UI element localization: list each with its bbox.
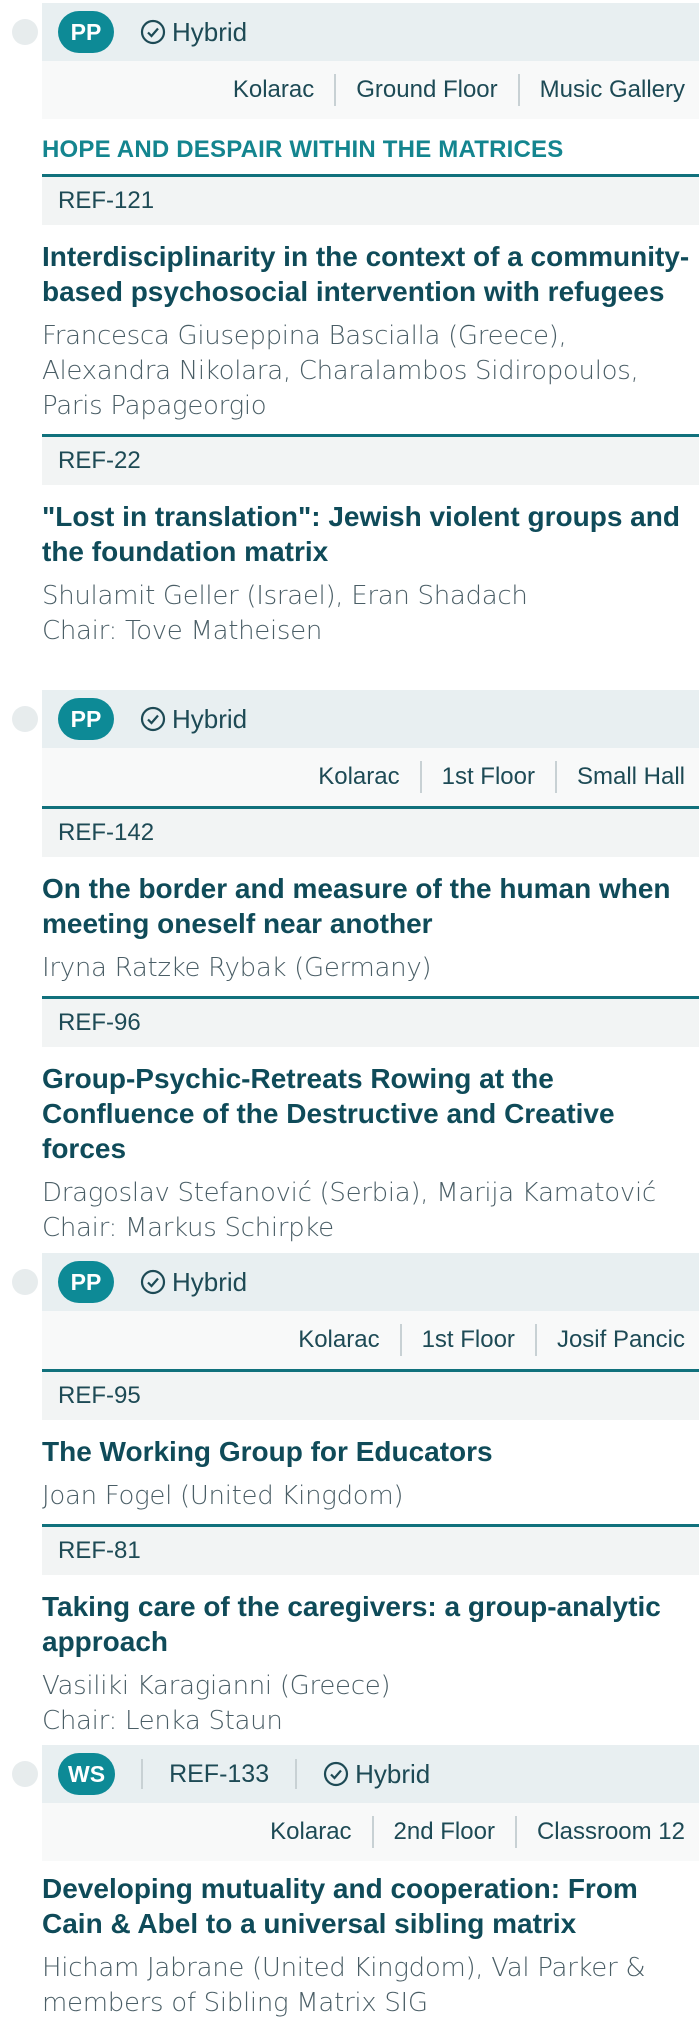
- divider: [141, 1759, 144, 1789]
- hybrid-label: Hybrid: [172, 16, 248, 47]
- session-chair: Chair: Tove Matheisen: [42, 616, 323, 646]
- venue: Kolarac: [270, 1818, 352, 1845]
- hybrid-indicator: Hybrid: [140, 1267, 247, 1298]
- session-type-badge: PP: [58, 698, 114, 740]
- paper: REF-96 Group-Psychic-Retreats Rowing at …: [42, 996, 699, 1246]
- authors-line: Vasiliki Karagianni (Greece): [42, 1671, 391, 1701]
- session-header: WS REF-133 Hybrid: [42, 1745, 699, 1803]
- venue: Kolarac: [318, 763, 400, 790]
- hybrid-indicator: Hybrid: [140, 17, 247, 48]
- paper-ref: REF-95: [42, 1372, 699, 1420]
- session-location: Kolarac Ground Floor Music Gallery: [42, 61, 699, 119]
- paper-ref: REF-121: [42, 177, 699, 225]
- timeline-dot: [12, 1269, 38, 1295]
- session: PP Hybrid Kolarac 1st Floor Small Hall R…: [0, 690, 699, 1246]
- hybrid-indicator: Hybrid: [323, 1759, 430, 1790]
- check-circle-icon: [140, 19, 166, 45]
- session-header: PP Hybrid: [42, 1253, 699, 1311]
- divider: [295, 1759, 298, 1789]
- room: Music Gallery: [539, 76, 685, 103]
- session-location: Kolarac 1st Floor Josif Pancic: [42, 1311, 699, 1369]
- check-circle-icon: [140, 1269, 166, 1295]
- session-header: PP Hybrid: [42, 3, 699, 61]
- paper-title[interactable]: Taking care of the caregivers: a group-a…: [42, 1575, 699, 1659]
- paper-title[interactable]: "Lost in translation": Jewish violent gr…: [42, 485, 699, 569]
- timeline-dot: [12, 19, 38, 45]
- venue: Kolarac: [232, 76, 315, 103]
- paper: REF-121 Interdisciplinarity in the conte…: [42, 174, 699, 434]
- session-type-badge: WS: [58, 1753, 116, 1795]
- paper-title[interactable]: On the border and measure of the human w…: [42, 857, 699, 941]
- session: PP Hybrid Kolarac 1st Floor Josif Pancic…: [0, 1253, 699, 1739]
- paper-authors: Francesca Giuseppina Bascialla (Greece),…: [42, 321, 639, 421]
- floor: 1st Floor: [441, 763, 535, 790]
- paper-ref: REF-22: [42, 437, 699, 485]
- paper-title[interactable]: Developing mutuality and cooperation: Fr…: [42, 1861, 699, 1941]
- hybrid-label: Hybrid: [172, 703, 248, 734]
- timeline-dot: [12, 1761, 38, 1787]
- session-header: PP Hybrid: [42, 690, 699, 748]
- paper-authors: Shulamit Geller (Israel), Eran Shadach C…: [42, 569, 699, 649]
- paper: REF-81 Taking care of the caregivers: a …: [42, 1524, 699, 1739]
- session: PP Hybrid Kolarac Ground Floor Music Gal…: [0, 3, 699, 649]
- venue: Kolarac: [298, 1326, 380, 1353]
- divider: [554, 761, 557, 793]
- paper-title[interactable]: Interdisciplinarity in the context of a …: [42, 225, 699, 309]
- session-ref: REF-133: [169, 1759, 270, 1788]
- check-circle-icon: [140, 706, 166, 732]
- divider: [399, 1324, 402, 1356]
- paper-authors: Hicham Jabrane (United Kingdom), Val Par…: [42, 1953, 646, 2018]
- session-type-badge: PP: [58, 1261, 114, 1303]
- paper: REF-95 The Working Group for Educators J…: [42, 1369, 699, 1524]
- session: WS REF-133 Hybrid Kolarac 2nd Floor Clas…: [0, 1745, 699, 2031]
- paper-authors: Iryna Ratzke Rybak (Germany): [42, 953, 432, 983]
- paper-ref: REF-142: [42, 809, 699, 857]
- room: Small Hall: [576, 763, 685, 790]
- floor: Ground Floor: [356, 76, 498, 103]
- program-page: PP Hybrid Kolarac Ground Floor Music Gal…: [0, 0, 699, 2018]
- session-location: Kolarac 1st Floor Small Hall: [42, 748, 699, 806]
- paper: REF-142 On the border and measure of the…: [42, 806, 699, 996]
- session-type-badge: PP: [58, 11, 114, 53]
- check-circle-icon: [324, 1761, 349, 1787]
- authors-line: Shulamit Geller (Israel), Eran Shadach: [42, 581, 528, 611]
- paper-title[interactable]: The Working Group for Educators: [42, 1420, 699, 1469]
- paper-ref: REF-81: [42, 1527, 699, 1575]
- timeline-dot: [12, 706, 38, 732]
- paper-ref: REF-96: [42, 999, 699, 1047]
- room: Josif Pancic: [556, 1326, 685, 1353]
- paper-authors: Vasiliki Karagianni (Greece) Chair: Lenk…: [42, 1659, 699, 1739]
- divider: [534, 1324, 537, 1356]
- track-title: HOPE AND DESPAIR WITHIN THE MATRICES: [42, 136, 564, 163]
- divider: [514, 1816, 517, 1848]
- room: Classroom 12: [536, 1818, 685, 1845]
- session-chair: Chair: Markus Schirpke: [42, 1213, 334, 1243]
- hybrid-label: Hybrid: [355, 1758, 431, 1789]
- floor: 2nd Floor: [393, 1818, 495, 1845]
- paper-authors: Joan Fogel (United Kingdom): [42, 1481, 404, 1511]
- floor: 1st Floor: [421, 1326, 515, 1353]
- paper: REF-22 "Lost in translation": Jewish vio…: [42, 434, 699, 649]
- divider: [371, 1816, 374, 1848]
- paper-title[interactable]: Group-Psychic-Retreats Rowing at the Con…: [42, 1047, 699, 1166]
- divider: [334, 74, 337, 106]
- divider: [419, 761, 422, 793]
- hybrid-label: Hybrid: [172, 1266, 248, 1297]
- session-location: Kolarac 2nd Floor Classroom 12: [42, 1803, 699, 1861]
- session-chair: Chair: Lenka Staun: [42, 1706, 283, 1736]
- paper-authors: Dragoslav Stefanović (Serbia), Marija Ka…: [42, 1166, 699, 1246]
- hybrid-indicator: Hybrid: [140, 704, 247, 735]
- divider: [517, 74, 520, 106]
- paper: Developing mutuality and cooperation: Fr…: [42, 1861, 699, 2031]
- authors-line: Dragoslav Stefanović (Serbia), Marija Ka…: [42, 1178, 656, 1208]
